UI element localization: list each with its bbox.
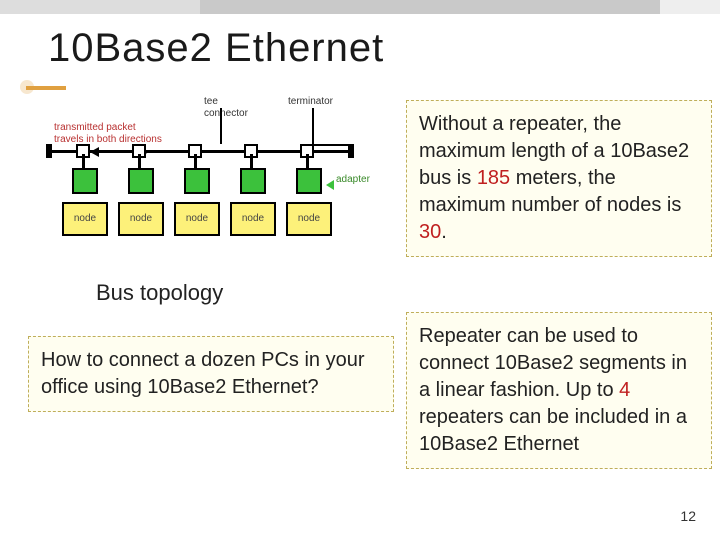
- adapter-nic: [128, 168, 154, 194]
- value-30: 30: [419, 221, 441, 243]
- terminator-pointer-line: [312, 108, 314, 144]
- adapter-nic: [72, 168, 98, 194]
- tee-connector-label: tee connector: [204, 96, 248, 120]
- drop-cable: [138, 154, 141, 168]
- drop-cable: [250, 154, 253, 168]
- adapter-label: adapter: [336, 174, 370, 185]
- diagram-caption: Bus topology: [96, 280, 223, 306]
- value-4: 4: [619, 379, 630, 401]
- node-box: node: [118, 202, 164, 236]
- terminator-label: terminator: [288, 96, 333, 108]
- adapter-nic: [184, 168, 210, 194]
- drop-cable: [306, 154, 309, 168]
- packet-arrow-left-icon: [90, 147, 99, 157]
- page-number: 12: [680, 508, 696, 524]
- drop-cable: [194, 154, 197, 168]
- adapter-nic: [240, 168, 266, 194]
- adapter-arrow-icon: [326, 180, 334, 190]
- bus-topology-diagram: transmitted packet travels in both direc…: [44, 96, 364, 276]
- node-box: node: [62, 202, 108, 236]
- fact-box-repeaters: Repeater can be used to connect 10Base2 …: [406, 312, 712, 469]
- terminator-right: [348, 144, 354, 158]
- node-box: node: [286, 202, 332, 236]
- adapter-nic: [296, 168, 322, 194]
- fact-box-limits: Without a repeater, the maximum length o…: [406, 100, 712, 257]
- question-box: How to connect a dozen PCs in your offic…: [28, 336, 394, 412]
- node-box: node: [174, 202, 220, 236]
- slide-top-bar: [0, 0, 720, 14]
- title-accent-line: [26, 86, 66, 90]
- terminator-left: [46, 144, 52, 158]
- tee-pointer-line: [220, 108, 222, 144]
- question-text: How to connect a dozen PCs in your offic…: [41, 349, 365, 398]
- value-185: 185: [477, 167, 510, 189]
- slide-title: 10Base2 Ethernet: [48, 26, 384, 71]
- terminator-pointer-line-h: [312, 144, 348, 146]
- packet-label-line1: transmitted packet: [54, 122, 136, 133]
- drop-cable: [82, 154, 85, 168]
- packet-label: transmitted packet travels in both direc…: [54, 122, 162, 146]
- node-box: node: [230, 202, 276, 236]
